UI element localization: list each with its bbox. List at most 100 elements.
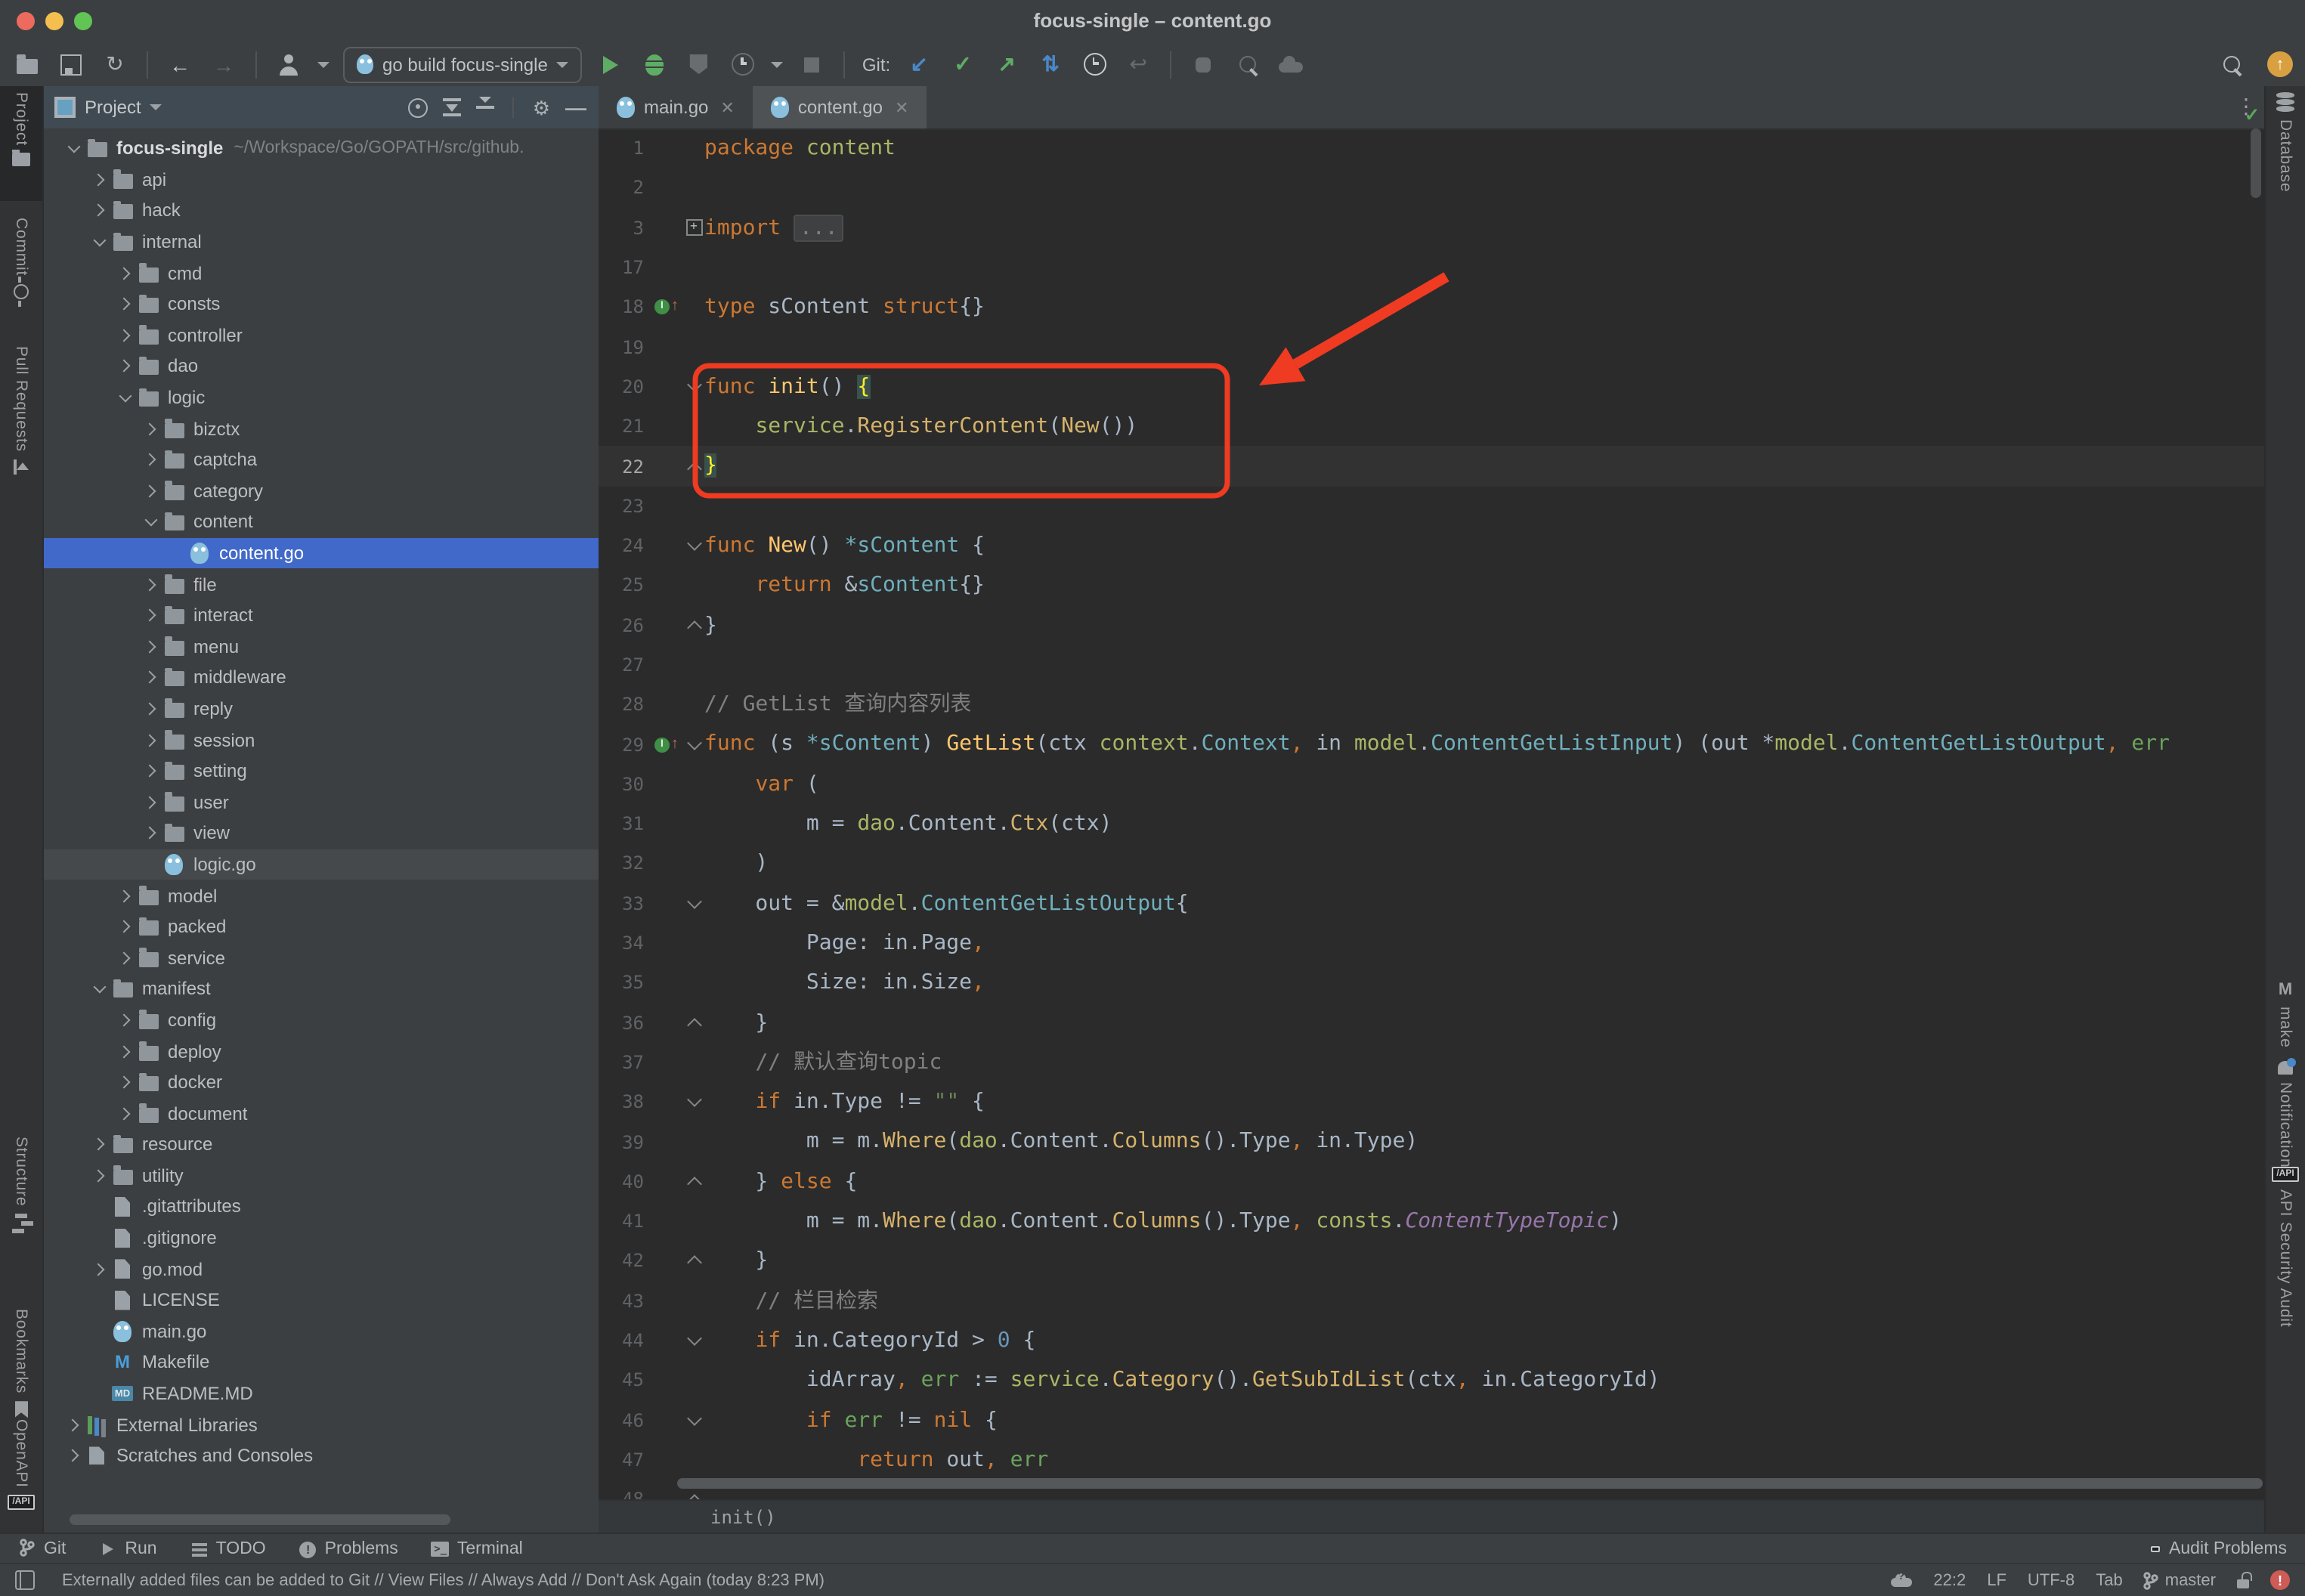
audit-problems-label[interactable]: Audit Problems — [2169, 1540, 2287, 1558]
tree-chevron-icon[interactable] — [63, 1451, 85, 1460]
code-line-36[interactable]: 36 } — [599, 1003, 2266, 1043]
error-notification-badge[interactable]: ! — [2270, 1570, 2290, 1590]
fold-marker-icon[interactable] — [686, 894, 701, 909]
code-line-45[interactable]: 45 idArray, err := service.Category().Ge… — [599, 1360, 2266, 1400]
tree-item-license[interactable]: LICENSE — [42, 1285, 599, 1316]
tree-item-cmd[interactable]: cmd — [42, 258, 599, 289]
tool-button-api-security-audit[interactable]: /APIAPI Security Audit — [2266, 1161, 2305, 1347]
tree-item-deploy[interactable]: deploy — [42, 1035, 599, 1066]
profiler-button[interactable] — [728, 49, 758, 79]
tree-chevron-icon[interactable] — [141, 611, 162, 620]
code-line-39[interactable]: 39 m = m.Where(dao.Content.Columns().Typ… — [599, 1122, 2266, 1162]
code-line-18[interactable]: 18I↑type sContent struct{} — [599, 287, 2266, 327]
tree-item-content[interactable]: content — [42, 506, 599, 537]
code-text[interactable]: service.RegisterContent(New()) — [704, 407, 1137, 447]
tree-item-content-go[interactable]: content.go — [42, 537, 599, 568]
project-hscrollbar[interactable] — [70, 1514, 450, 1525]
tree-item-internal[interactable]: internal — [42, 227, 599, 258]
tree-item-reply[interactable]: reply — [42, 693, 599, 724]
tree-chevron-icon[interactable] — [141, 673, 162, 682]
tree-item-session[interactable]: session — [42, 725, 599, 756]
tree-item-logic-go[interactable]: logic.go — [42, 849, 599, 880]
git-push-icon[interactable]: ↗ — [992, 49, 1022, 79]
code-line-24[interactable]: 24func New() *sContent { — [599, 526, 2266, 566]
expand-all-icon[interactable] — [444, 98, 462, 116]
code-line-2[interactable]: 2 — [599, 169, 2266, 209]
editor-hscrollbar[interactable] — [677, 1478, 2263, 1489]
bottom-tool-run[interactable]: Run — [99, 1540, 156, 1558]
tree-chevron-icon[interactable] — [141, 455, 162, 464]
tree-chevron-icon[interactable] — [141, 829, 162, 838]
code-text[interactable]: package content — [704, 128, 896, 169]
code-line-29[interactable]: 29I↑func (s *sContent) GetList(ctx conte… — [599, 725, 2266, 765]
project-panel-title[interactable]: Project — [85, 97, 141, 118]
code-line-44[interactable]: 44 if in.CategoryId > 0 { — [599, 1321, 2266, 1361]
history-clock-icon[interactable] — [1079, 49, 1109, 79]
tab-main-go[interactable]: main.go ✕ — [599, 86, 753, 128]
tree-chevron-icon[interactable] — [89, 986, 110, 992]
code-line-30[interactable]: 30 var ( — [599, 765, 2266, 805]
tree-item-view[interactable]: view — [42, 818, 599, 849]
code-text[interactable]: if in.Type != "" { — [704, 1082, 985, 1122]
code-text[interactable]: } — [704, 605, 717, 645]
sync-icon[interactable]: ↻ — [100, 49, 130, 79]
project-view-caret[interactable] — [150, 104, 162, 110]
code-area[interactable]: 1package content23+import ...1718I↑type … — [599, 128, 2266, 1501]
tree-item-focus-single[interactable]: focus-single~/Workspace/Go/GOPATH/src/gi… — [42, 133, 599, 164]
git-fetch-icon[interactable]: ⇅ — [1035, 49, 1066, 79]
code-line-46[interactable]: 46 if err != nil { — [599, 1400, 2266, 1440]
code-line-23[interactable]: 23 — [599, 486, 2266, 526]
code-text[interactable]: if err != nil { — [704, 1400, 998, 1440]
tree-item-menu[interactable]: menu — [42, 631, 599, 662]
tree-item-model[interactable]: model — [42, 880, 599, 911]
code-text[interactable]: m = dao.Content.Ctx(ctx) — [704, 804, 1112, 844]
fold-marker-icon[interactable] — [686, 735, 701, 750]
update-available-icon[interactable]: ↑ — [2267, 51, 2293, 77]
code-text[interactable]: if in.CategoryId > 0 { — [704, 1321, 1035, 1361]
tree-chevron-icon[interactable] — [89, 175, 110, 184]
code-line-1[interactable]: 1package content — [599, 128, 2266, 169]
tree-chevron-icon[interactable] — [141, 487, 162, 496]
tree-chevron-icon[interactable] — [115, 268, 136, 277]
code-text[interactable]: } — [704, 1242, 768, 1282]
fold-marker-icon[interactable]: + — [685, 219, 702, 236]
inspections-ok-icon[interactable]: ✓ — [2245, 104, 2260, 125]
tree-chevron-icon[interactable] — [141, 580, 162, 589]
code-text[interactable]: } else { — [704, 1161, 857, 1202]
bottom-tool-todo[interactable]: TODO — [190, 1540, 266, 1558]
code-text[interactable]: // 栏目检索 — [704, 1281, 878, 1321]
code-line-27[interactable]: 27 — [599, 645, 2266, 685]
bottom-tool-terminal[interactable]: >_Terminal — [432, 1540, 523, 1558]
tree-chevron-icon[interactable] — [89, 1171, 110, 1180]
tree-chevron-icon[interactable] — [115, 362, 136, 371]
tree-chevron-icon[interactable] — [115, 1016, 136, 1025]
fold-marker-icon[interactable] — [686, 1177, 701, 1192]
debug-button[interactable] — [640, 49, 670, 79]
code-text[interactable]: type sContent struct{} — [704, 287, 985, 327]
panel-settings-gear-icon[interactable]: ⚙ — [533, 97, 550, 117]
layout-icon[interactable] — [15, 1570, 35, 1590]
code-text[interactable]: func init() { — [704, 367, 870, 407]
tree-item-file[interactable]: file — [42, 569, 599, 600]
indent-style[interactable]: Tab — [2096, 1571, 2123, 1589]
tree-item-service[interactable]: service — [42, 942, 599, 973]
tree-chevron-icon[interactable] — [115, 394, 136, 401]
code-line-33[interactable]: 33 out = &model.ContentGetListOutput{ — [599, 883, 2266, 923]
forward-icon[interactable]: → — [209, 49, 239, 79]
implemented-marker-icon[interactable]: I — [654, 737, 670, 752]
tree-item-readme-md[interactable]: MDREADME.MD — [42, 1378, 599, 1409]
search-icon[interactable] — [2216, 49, 2246, 79]
coverage-button[interactable] — [684, 49, 714, 79]
fold-marker-icon[interactable] — [686, 461, 701, 476]
code-line-26[interactable]: 26} — [599, 605, 2266, 645]
code-text[interactable]: return out, err — [704, 1440, 1048, 1480]
code-line-40[interactable]: 40 } else { — [599, 1161, 2266, 1202]
tree-item-makefile[interactable]: MMakefile — [42, 1347, 599, 1378]
code-text[interactable]: import ... — [704, 208, 844, 248]
save-icon[interactable] — [56, 49, 86, 79]
stop-button[interactable] — [797, 49, 828, 79]
code-line-34[interactable]: 34 Page: in.Page, — [599, 923, 2266, 963]
user-dropdown-caret[interactable] — [317, 61, 330, 67]
back-icon[interactable]: ← — [165, 49, 195, 79]
code-text[interactable]: return &sContent{} — [704, 566, 985, 606]
